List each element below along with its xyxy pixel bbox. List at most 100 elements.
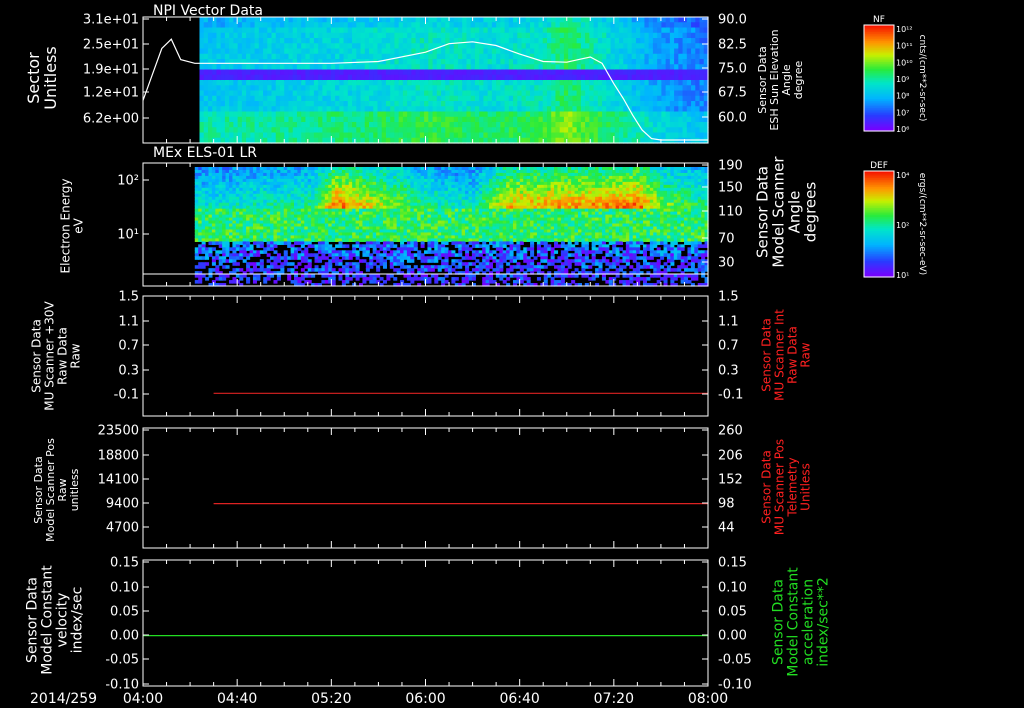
heatmap-cell bbox=[593, 38, 599, 44]
heatmap-cell bbox=[389, 274, 394, 278]
heatmap-cell bbox=[326, 85, 332, 92]
heatmap-cell bbox=[627, 95, 633, 102]
heatmap-cell bbox=[593, 106, 599, 113]
heatmap-cell bbox=[207, 27, 213, 34]
heatmap-cell bbox=[267, 132, 273, 139]
heatmap-cell bbox=[678, 116, 684, 123]
heatmap-cell bbox=[491, 22, 497, 29]
heatmap-cell bbox=[398, 27, 404, 34]
heatmap-cell bbox=[326, 127, 332, 134]
heatmap-cell bbox=[568, 27, 573, 34]
heatmap-cell bbox=[559, 22, 565, 29]
heatmap-cell bbox=[359, 238, 364, 242]
heatmap-cell bbox=[597, 74, 603, 81]
heatmap-cell bbox=[652, 17, 658, 23]
heatmap-cell bbox=[635, 85, 641, 92]
heatmap-cell bbox=[563, 48, 569, 55]
heatmap-cell bbox=[205, 262, 210, 266]
heatmap-cell bbox=[313, 95, 319, 102]
heatmap-cell bbox=[398, 101, 404, 107]
heatmap-cell bbox=[521, 64, 527, 71]
heatmap-cell bbox=[496, 74, 501, 81]
heatmap-cell bbox=[470, 80, 476, 86]
heatmap-cell bbox=[373, 48, 379, 55]
heatmap-cell bbox=[280, 111, 285, 118]
heatmap-cell bbox=[521, 38, 527, 44]
heatmap-cell bbox=[610, 64, 616, 71]
heatmap-cell bbox=[449, 127, 455, 134]
heatmap-cell bbox=[250, 90, 256, 97]
heatmap-cell bbox=[521, 17, 527, 23]
heatmap-cell bbox=[271, 122, 277, 128]
heatmap-cell bbox=[563, 27, 569, 34]
heatmap-cell bbox=[665, 85, 671, 92]
heatmap-cell bbox=[436, 95, 442, 102]
heatmap-cell bbox=[538, 74, 544, 81]
heatmap-cell bbox=[657, 101, 662, 107]
heatmap-cell bbox=[224, 74, 230, 81]
heatmap-cell bbox=[457, 80, 463, 86]
heatmap-cell bbox=[390, 116, 396, 123]
heatmap-cell bbox=[623, 106, 629, 113]
heatmap-cell bbox=[250, 48, 256, 55]
heatmap-cell bbox=[246, 43, 251, 50]
heatmap-cell bbox=[462, 74, 468, 81]
heatmap-cell bbox=[436, 74, 442, 81]
heatmap-cell bbox=[335, 95, 340, 102]
heatmap-cell bbox=[271, 38, 277, 44]
heatmap-cell bbox=[521, 74, 527, 81]
heatmap-cell bbox=[563, 80, 569, 86]
heatmap-cell bbox=[424, 80, 429, 86]
heatmap-cell bbox=[318, 22, 323, 29]
heatmap-cell bbox=[318, 17, 323, 23]
heatmap-cell bbox=[220, 106, 226, 113]
heatmap-cell bbox=[487, 122, 493, 128]
heatmap-cell bbox=[241, 59, 247, 65]
heatmap-cell bbox=[364, 69, 370, 76]
heatmap-cell bbox=[300, 259, 305, 263]
heatmap-cell bbox=[211, 247, 216, 251]
heatmap-cell bbox=[551, 90, 557, 97]
heatmap-cell bbox=[572, 53, 578, 60]
heatmap-cell bbox=[364, 17, 370, 23]
heatmap-cell bbox=[457, 74, 463, 81]
heatmap-cell bbox=[326, 101, 332, 107]
heatmap-cell bbox=[254, 22, 260, 29]
heatmap-cell bbox=[322, 95, 328, 102]
heatmap-cell bbox=[335, 262, 340, 266]
heatmap-cell bbox=[669, 74, 675, 81]
heatmap-cell bbox=[377, 32, 383, 39]
heatmap-cell bbox=[263, 90, 268, 97]
heatmap-cell bbox=[665, 27, 671, 34]
heatmap-cell bbox=[352, 274, 357, 278]
heatmap-cell bbox=[491, 101, 497, 107]
heatmap-cell bbox=[483, 74, 489, 81]
heatmap-cell bbox=[682, 90, 688, 97]
heatmap-cell bbox=[394, 59, 400, 65]
heatmap-cell bbox=[275, 69, 281, 76]
heatmap-cell bbox=[313, 116, 319, 123]
heatmap-cell bbox=[635, 22, 641, 29]
heatmap-cell bbox=[597, 132, 603, 139]
heatmap-cell bbox=[326, 59, 332, 65]
heatmap-cell bbox=[207, 90, 213, 97]
heatmap-cell bbox=[415, 111, 421, 118]
heatmap-cell bbox=[614, 38, 620, 44]
heatmap-cell bbox=[343, 111, 349, 118]
heatmap-cell bbox=[546, 111, 552, 118]
heatmap-cell bbox=[441, 132, 446, 139]
heatmap-cell bbox=[610, 27, 616, 34]
heatmap-cell bbox=[403, 238, 408, 242]
heatmap-cell bbox=[606, 101, 612, 107]
heatmap-cell bbox=[445, 95, 451, 102]
heatmap-cell bbox=[678, 127, 684, 134]
heatmap-cell bbox=[644, 101, 650, 107]
heatmap-cell bbox=[665, 17, 671, 23]
heatmap-cell bbox=[313, 122, 319, 128]
heatmap-cell bbox=[559, 27, 565, 34]
heatmap-cell bbox=[199, 122, 205, 128]
heatmap-cell bbox=[508, 80, 514, 86]
heatmap-cell bbox=[326, 43, 332, 50]
heatmap-cell bbox=[614, 64, 620, 71]
heatmap-cell bbox=[466, 32, 472, 39]
